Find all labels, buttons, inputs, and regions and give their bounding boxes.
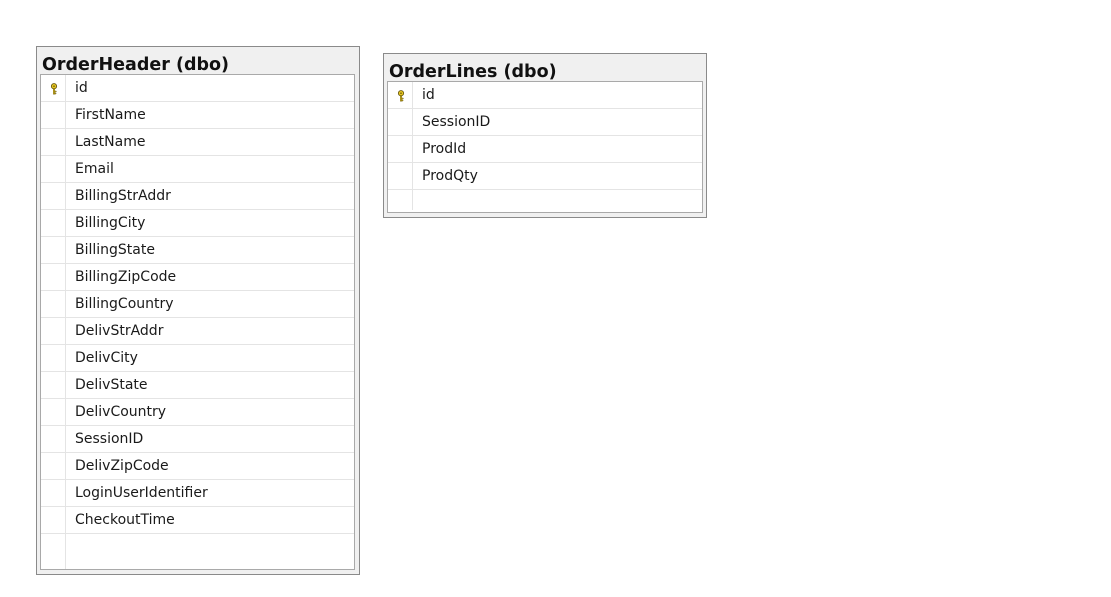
column-name: DelivCity [75, 350, 138, 366]
column-name: id [422, 87, 435, 103]
row-selector[interactable] [41, 345, 66, 371]
column-name: LastName [75, 134, 146, 150]
column-name: Email [75, 161, 114, 177]
column-row[interactable]: BillingState [41, 237, 354, 264]
column-name: SessionID [422, 114, 491, 130]
column-row[interactable]: BillingCountry [41, 291, 354, 318]
column-row[interactable]: DelivZipCode [41, 453, 354, 480]
column-name: DelivStrAddr [75, 323, 164, 339]
column-row[interactable]: DelivState [41, 372, 354, 399]
column-row[interactable]: ProdId [388, 136, 702, 163]
column-grid: id FirstName LastName Email BillingStrAddr Bi… [40, 74, 355, 570]
column-row[interactable]: id [41, 75, 354, 102]
row-selector[interactable] [41, 183, 66, 209]
row-selector[interactable] [41, 291, 66, 317]
column-row[interactable]: SessionID [41, 426, 354, 453]
column-name: CheckoutTime [75, 512, 175, 528]
column-row[interactable]: CheckoutTime [41, 507, 354, 534]
table-title: OrderLines (dbo) [389, 62, 557, 82]
grid-filler [41, 534, 354, 569]
column-name: DelivCountry [75, 404, 167, 420]
column-row[interactable]: BillingStrAddr [41, 183, 354, 210]
row-selector[interactable] [388, 136, 413, 162]
row-selector[interactable] [41, 480, 66, 506]
row-selector[interactable] [41, 264, 66, 290]
column-row[interactable]: Email [41, 156, 354, 183]
column-row[interactable]: id [388, 82, 702, 109]
column-name: DelivZipCode [75, 458, 169, 474]
row-selector[interactable] [41, 102, 66, 128]
row-selector[interactable] [41, 129, 66, 155]
column-row[interactable]: ProdQty [388, 163, 702, 190]
primary-key-icon [50, 83, 58, 95]
column-row[interactable]: FirstName [41, 102, 354, 129]
row-selector[interactable] [41, 399, 66, 425]
column-row[interactable]: LoginUserIdentifier [41, 480, 354, 507]
row-selector[interactable] [41, 507, 66, 533]
column-name: ProdQty [422, 168, 478, 184]
column-name: ProdId [422, 141, 467, 157]
row-selector[interactable] [41, 318, 66, 344]
table-orderheader[interactable]: OrderHeader (dbo) id FirstName LastName Ema… [36, 46, 360, 575]
column-row[interactable]: BillingCity [41, 210, 354, 237]
column-name: id [75, 80, 88, 96]
column-row[interactable]: LastName [41, 129, 354, 156]
row-selector-filler [41, 534, 66, 569]
row-selector[interactable] [388, 109, 413, 135]
row-selector[interactable] [41, 453, 66, 479]
row-selector[interactable] [41, 237, 66, 263]
table-title: OrderHeader (dbo) [42, 55, 230, 75]
column-row[interactable]: DelivStrAddr [41, 318, 354, 345]
table-orderlines[interactable]: OrderLines (dbo) id SessionID ProdId ProdQt… [383, 53, 707, 218]
column-row[interactable]: SessionID [388, 109, 702, 136]
row-selector[interactable] [41, 156, 66, 182]
column-name: DelivState [75, 377, 148, 393]
row-selector[interactable] [388, 163, 413, 189]
row-selector-filler [388, 190, 413, 210]
column-name: LoginUserIdentifier [75, 485, 208, 501]
column-row[interactable]: BillingZipCode [41, 264, 354, 291]
row-selector[interactable] [41, 210, 66, 236]
column-row[interactable]: DelivCountry [41, 399, 354, 426]
row-selector[interactable] [41, 372, 66, 398]
column-name: SessionID [75, 431, 144, 447]
grid-filler [388, 190, 702, 210]
column-name: BillingStrAddr [75, 188, 171, 204]
column-row[interactable]: DelivCity [41, 345, 354, 372]
row-selector[interactable] [41, 426, 66, 452]
column-name: FirstName [75, 107, 146, 123]
column-name: BillingZipCode [75, 269, 177, 285]
column-name: BillingState [75, 242, 155, 258]
primary-key-icon [397, 90, 405, 102]
column-grid: id SessionID ProdId ProdQty [387, 81, 703, 213]
column-name: BillingCountry [75, 296, 174, 312]
column-name: BillingCity [75, 215, 146, 231]
